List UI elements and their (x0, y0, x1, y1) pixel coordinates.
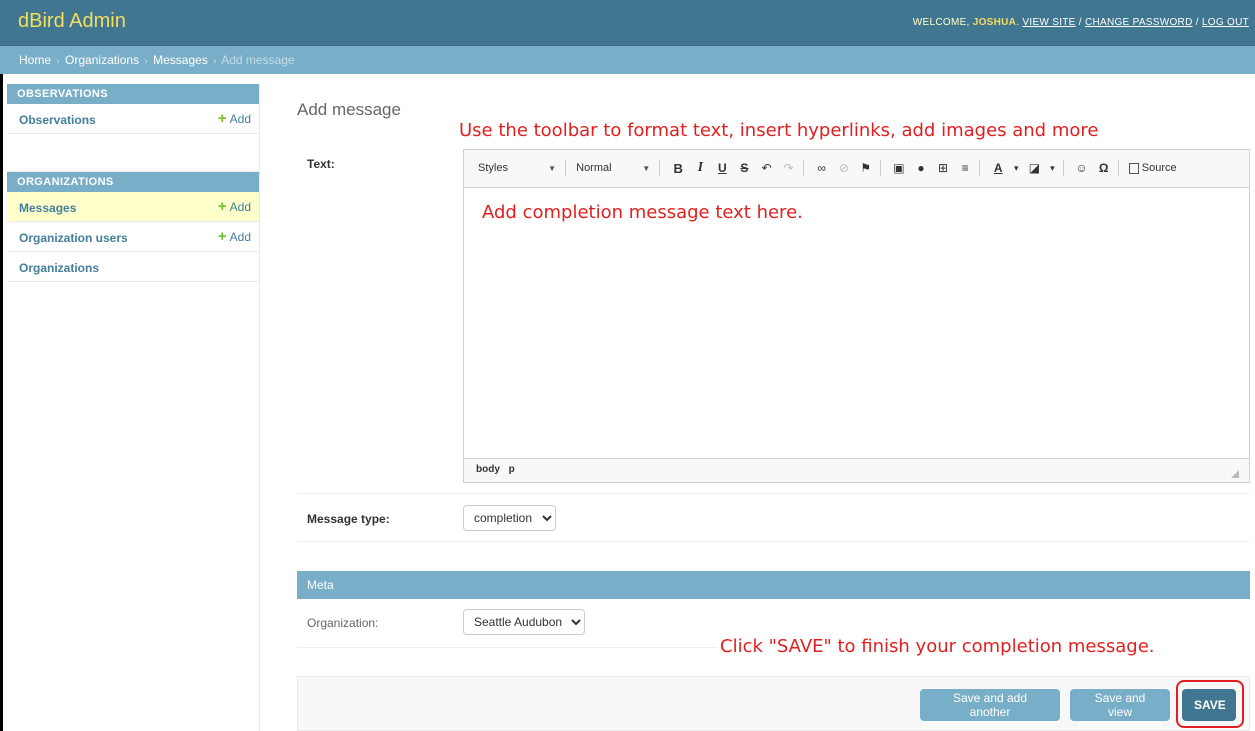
format-dropdown[interactable]: Normal ▼ (576, 162, 650, 174)
underline-icon[interactable]: U (714, 161, 730, 175)
source-label: Source (1141, 162, 1177, 174)
toolbar-divider (1117, 160, 1119, 176)
anchor-flag-icon[interactable]: ⚑ (858, 161, 874, 175)
styles-dropdown[interactable]: Styles ▼ (478, 162, 556, 174)
chevron-down-icon[interactable]: ▾ (1012, 163, 1020, 174)
background-color-icon[interactable]: ◪ (1026, 161, 1042, 175)
breadcrumb-home[interactable]: Home (19, 53, 51, 67)
toolbar-divider (802, 160, 804, 176)
table-icon[interactable]: ⊞ (935, 161, 951, 175)
smiley-icon[interactable]: ☺ (1074, 161, 1090, 175)
editor-content-text[interactable]: Add completion message text here. (482, 202, 1231, 223)
source-button[interactable]: Source (1128, 162, 1177, 174)
redo-icon[interactable]: ↷ (781, 161, 797, 175)
breadcrumb-messages[interactable]: Messages (153, 53, 208, 67)
toolbar-divider (659, 160, 661, 176)
sidebar-item-organizations[interactable]: Organizations (7, 252, 259, 282)
strikethrough-icon[interactable]: S (736, 161, 752, 175)
breadcrumb-separator: › (213, 56, 217, 67)
meta-fieldset-caption: Meta (297, 571, 1250, 599)
save-and-add-another-button[interactable]: Save and add another (920, 689, 1060, 721)
text-color-icon[interactable]: A (990, 161, 1006, 175)
module-gap (7, 134, 259, 172)
message-type-label: Message type: (307, 512, 390, 526)
add-message-link[interactable]: + Add (217, 198, 251, 215)
link-icon[interactable]: ∞ (814, 161, 830, 175)
unlink-icon[interactable]: ⊘ (836, 161, 852, 175)
user-tools-separator: / (1195, 17, 1199, 28)
breadcrumb-separator: › (144, 56, 148, 67)
breadcrumb: Home › Organizations › Messages › Add me… (0, 46, 1255, 74)
sidebar-item-label[interactable]: Messages (19, 201, 76, 215)
submit-row: Save and add another Save and view SAVE (297, 676, 1250, 731)
editor-toolbar: Styles ▼ Normal ▼ B I U S ↶ ↷ ∞ ⊘ ⚑ ▣ ● ⊞ … (464, 150, 1249, 188)
toolbar-divider (1062, 160, 1064, 176)
form-row-divider (297, 493, 1250, 494)
editor-path-bar: body p (464, 458, 1249, 482)
sidebar-item-label[interactable]: Organization users (19, 231, 128, 245)
toolbar-divider (879, 160, 881, 176)
plus-icon: + (217, 110, 227, 127)
text-field-label: Text: (307, 157, 335, 171)
special-char-icon[interactable]: Ω (1096, 161, 1112, 175)
toolbar-divider (979, 160, 981, 176)
site-brand[interactable]: dBird Admin (18, 10, 126, 33)
change-password-link[interactable]: CHANGE PASSWORD (1085, 17, 1193, 28)
organization-label: Organization: (307, 616, 379, 630)
form-row-divider (297, 647, 717, 648)
chevron-down-icon[interactable]: ▾ (1048, 163, 1056, 174)
nav-sidebar: OBSERVATIONS Observations + Add ORGANIZAT… (7, 84, 260, 731)
add-organization-user-link[interactable]: + Add (217, 228, 251, 245)
organization-select[interactable]: Seattle Audubon (463, 609, 585, 635)
user-tools: WELCOME, JOSHUA. VIEW SITE / CHANGE PASS… (912, 17, 1249, 28)
sidebar-item-organization-users[interactable]: Organization users + Add (7, 222, 259, 252)
sidebar-item-observations[interactable]: Observations + Add (7, 104, 259, 134)
module-caption-observations[interactable]: OBSERVATIONS (7, 84, 259, 104)
add-observation-link[interactable]: + Add (217, 110, 251, 127)
sidebar-item-messages[interactable]: Messages + Add (7, 192, 259, 222)
save-and-view-button[interactable]: Save and view (1070, 689, 1170, 721)
resize-handle-icon[interactable] (1231, 470, 1239, 478)
plus-icon: + (217, 198, 227, 215)
user-tools-separator: / (1078, 17, 1082, 28)
breadcrumb-current: Add message (221, 53, 295, 67)
username: JOSHUA (972, 17, 1017, 28)
horizontal-line-icon[interactable]: ≡ (957, 161, 973, 175)
module-caption-organizations[interactable]: ORGANIZATIONS (7, 172, 259, 192)
format-label: Normal (576, 162, 612, 174)
rich-text-editor[interactable]: Styles ▼ Normal ▼ B I U S ↶ ↷ ∞ ⊘ ⚑ ▣ ● ⊞ … (463, 149, 1250, 483)
save-hint-annotation: Click "SAVE" to finish your completion m… (720, 636, 1155, 657)
image-icon[interactable]: ▣ (891, 161, 907, 175)
styles-label: Styles (478, 162, 508, 174)
sidebar-item-label[interactable]: Organizations (19, 261, 99, 275)
editor-content-area[interactable]: Add completion message text here. (464, 188, 1249, 458)
add-label: Add (229, 200, 251, 214)
save-highlight-annotation (1176, 680, 1244, 728)
add-label: Add (229, 112, 251, 126)
chevron-down-icon: ▼ (548, 164, 556, 173)
sidebar-item-label[interactable]: Observations (19, 113, 96, 127)
toolbar-hint-annotation: Use the toolbar to format text, insert h… (459, 120, 1099, 141)
plus-icon: + (217, 228, 227, 245)
form-row-divider (297, 541, 1250, 542)
breadcrumb-separator: › (56, 56, 60, 67)
path-p[interactable]: p (509, 464, 515, 475)
breadcrumb-organizations[interactable]: Organizations (65, 53, 139, 67)
message-type-select[interactable]: completion (463, 505, 556, 531)
view-site-link[interactable]: VIEW SITE (1022, 17, 1075, 28)
italic-icon[interactable]: I (692, 160, 708, 176)
log-out-link[interactable]: LOG OUT (1202, 17, 1249, 28)
flash-icon[interactable]: ● (913, 161, 929, 175)
header: dBird Admin WELCOME, JOSHUA. VIEW SITE /… (0, 0, 1255, 46)
undo-icon[interactable]: ↶ (759, 161, 775, 175)
add-label: Add (229, 230, 251, 244)
welcome-text: WELCOME, (912, 17, 970, 28)
chevron-down-icon: ▼ (642, 164, 651, 173)
toolbar-divider (565, 160, 567, 176)
bold-icon[interactable]: B (670, 161, 686, 176)
source-icon (1128, 162, 1139, 174)
path-body[interactable]: body (476, 464, 500, 475)
page-title: Add message (297, 100, 401, 119)
